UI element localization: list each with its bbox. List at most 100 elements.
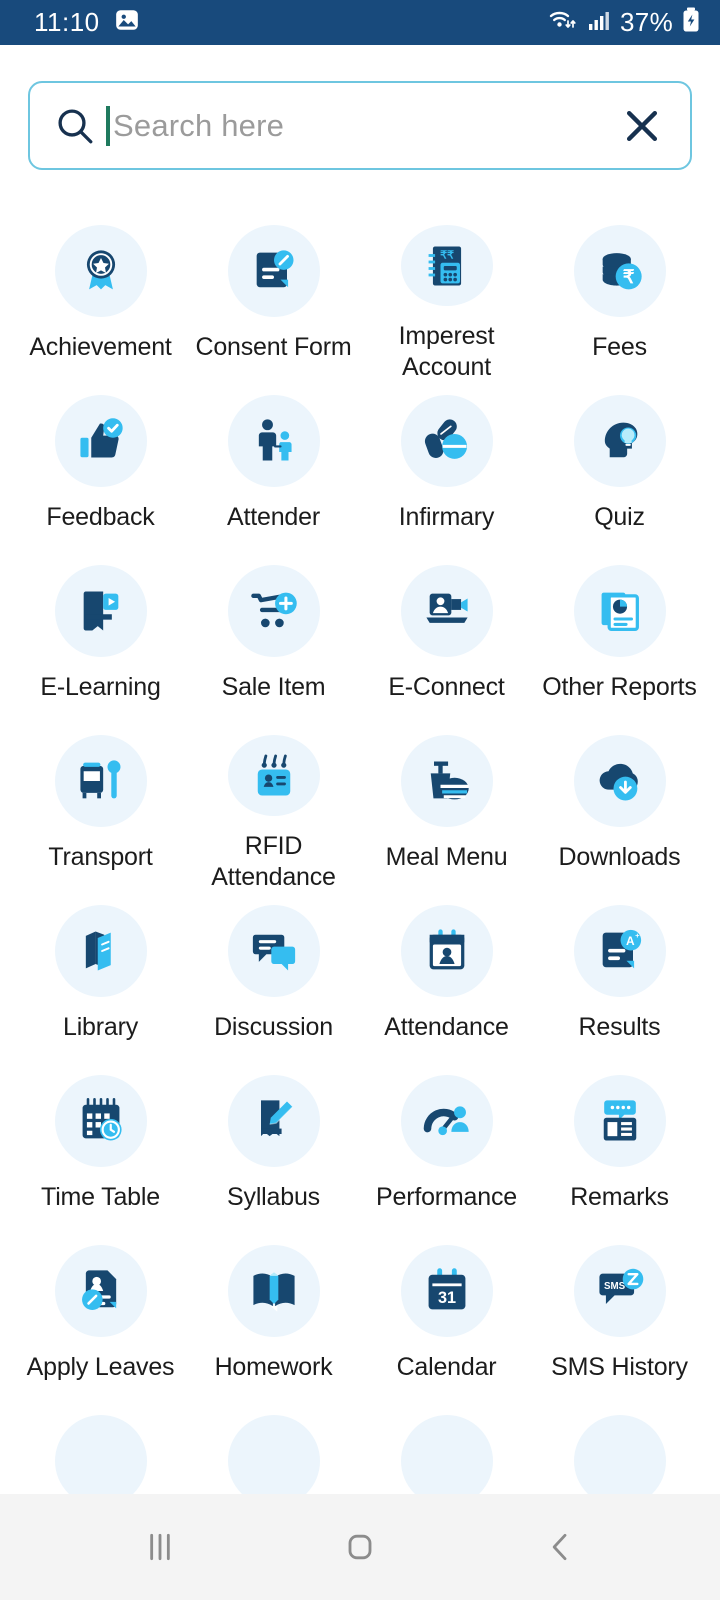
search-input[interactable]: Search here (106, 83, 610, 168)
status-bar-clock: 11:10 (34, 7, 100, 37)
app-tile-feedback[interactable]: Feedback (14, 383, 187, 553)
partial-tile-icon (573, 1415, 666, 1494)
app-tile-calendar[interactable]: 31 Calendar (360, 1233, 533, 1403)
app-tile-label: Results (578, 1013, 661, 1041)
app-tile-label: Time Table (41, 1183, 160, 1211)
app-tile-performance[interactable]: Performance (360, 1063, 533, 1233)
app-tile-sms-history[interactable]: SMS SMS History (533, 1233, 706, 1403)
app-tile-library[interactable]: Library (14, 893, 187, 1063)
search-box[interactable]: Search here (28, 81, 692, 170)
app-tile-quiz[interactable]: Quiz (533, 383, 706, 553)
head-lightbulb-icon (573, 395, 666, 487)
book-pencil-icon (227, 1075, 320, 1167)
close-icon[interactable] (620, 104, 664, 148)
app-tile-label: SMS History (551, 1353, 688, 1381)
document-edit-icon (227, 225, 320, 317)
app-tile-discussion[interactable]: Discussion (187, 893, 360, 1063)
status-bar: 11:10 37% (0, 0, 720, 45)
app-tile-partial[interactable] (14, 1403, 187, 1494)
status-bar-left: 11:10 (34, 7, 140, 38)
app-tile-e-learning[interactable]: E-Learning (14, 553, 187, 723)
app-tile-label: Calendar (396, 1353, 497, 1381)
app-tile-apply-leaves[interactable]: Apply Leaves (14, 1233, 187, 1403)
cart-plus-icon (227, 565, 320, 657)
calendar-31-icon: 31 (400, 1245, 493, 1337)
app-tile-sale-item[interactable]: Sale Item (187, 553, 360, 723)
book-play-icon (54, 565, 147, 657)
app-tile-homework[interactable]: Homework (187, 1233, 360, 1403)
app-tile-infirmary[interactable]: Infirmary (360, 383, 533, 553)
app-tile-partial[interactable] (360, 1403, 533, 1494)
chat-bubbles-icon (227, 905, 320, 997)
app-tile-syllabus[interactable]: Syllabus (187, 1063, 360, 1233)
back-icon[interactable] (500, 1494, 620, 1600)
app-tile-partial[interactable] (187, 1403, 360, 1494)
app-tile-achievement[interactable]: Achievement (14, 213, 187, 383)
app-tile-rfid-attendance[interactable]: RFID Attendance (187, 723, 360, 893)
cellular-signal-icon (587, 8, 611, 37)
svg-text:SMS: SMS (604, 1281, 626, 1292)
svg-text:31: 31 (437, 1289, 455, 1307)
partial-tile-icon (54, 1415, 147, 1494)
svg-text:₹: ₹ (622, 266, 634, 287)
app-tile-meal-menu[interactable]: Meal Menu (360, 723, 533, 893)
app-tile-imperest-account[interactable]: ₹₹ Imperest Account (360, 213, 533, 383)
home-icon[interactable] (300, 1494, 420, 1600)
pills-icon (400, 395, 493, 487)
partial-tile-icon (227, 1415, 320, 1494)
app-tile-transport[interactable]: Transport (14, 723, 187, 893)
thumbs-up-check-icon (54, 395, 147, 487)
report-chart-icon (573, 565, 666, 657)
app-tile-label: Performance (376, 1183, 517, 1211)
app-tile-label: Meal Menu (385, 843, 508, 871)
app-tile-label: Infirmary (398, 503, 495, 531)
grade-a-document-icon: A + (573, 905, 666, 997)
open-book-pencil-icon (227, 1245, 320, 1337)
adult-child-icon (227, 395, 320, 487)
rupee-calculator-icon: ₹₹ (400, 225, 493, 306)
svg-text:₹₹: ₹₹ (440, 249, 454, 261)
partial-tile-icon (400, 1415, 493, 1494)
search-placeholder: Search here (113, 108, 285, 143)
app-tile-attender[interactable]: Attender (187, 383, 360, 553)
app-tile-fees[interactable]: ₹ Fees (533, 213, 706, 383)
app-icon-grid: Achievement Consent Form ₹₹ Imperest Accoun… (0, 213, 720, 1494)
app-tile-label: Library (62, 1013, 139, 1041)
app-tile-label: Consent Form (195, 333, 352, 361)
bus-stop-icon (54, 735, 147, 827)
app-tile-label: Homework (214, 1353, 333, 1381)
app-tile-attendance[interactable]: Attendance (360, 893, 533, 1063)
app-tile-label: Syllabus (227, 1183, 320, 1211)
app-tile-label: Apply Leaves (26, 1353, 175, 1381)
calendar-clock-icon (54, 1075, 147, 1167)
android-navigation-bar (0, 1494, 720, 1600)
app-tile-consent-form[interactable]: Consent Form (187, 213, 360, 383)
books-icon (54, 905, 147, 997)
app-tile-downloads[interactable]: Downloads (533, 723, 706, 893)
app-tile-label: Remarks (570, 1183, 669, 1211)
rfid-card-icon (227, 735, 320, 816)
app-tile-label: Fees (592, 333, 647, 361)
app-tile-label: Feedback (46, 503, 155, 531)
app-tile-partial[interactable] (533, 1403, 706, 1494)
cloud-download-icon (573, 735, 666, 827)
app-tile-label: Sale Item (221, 673, 326, 701)
app-tile-label: Downloads (558, 843, 681, 871)
app-tile-results[interactable]: A + Results (533, 893, 706, 1063)
app-tile-e-connect[interactable]: E-Connect (360, 553, 533, 723)
status-bar-right: 37% (548, 7, 700, 38)
app-tile-time-table[interactable]: Time Table (14, 1063, 187, 1233)
recent-apps-icon[interactable] (100, 1494, 220, 1600)
app-tile-label: Achievement (29, 333, 172, 361)
search-section: Search here (0, 45, 720, 170)
rupee-coins-icon: ₹ (573, 225, 666, 317)
app-tile-remarks[interactable]: Remarks (533, 1063, 706, 1233)
award-medal-icon (54, 225, 147, 317)
app-tile-other-reports[interactable]: Other Reports (533, 553, 706, 723)
note-comment-icon (573, 1075, 666, 1167)
image-icon (114, 7, 140, 38)
sms-clock-icon: SMS (573, 1245, 666, 1337)
meal-drink-icon (400, 735, 493, 827)
app-tile-label: Transport (48, 843, 153, 871)
profile-edit-icon (54, 1245, 147, 1337)
